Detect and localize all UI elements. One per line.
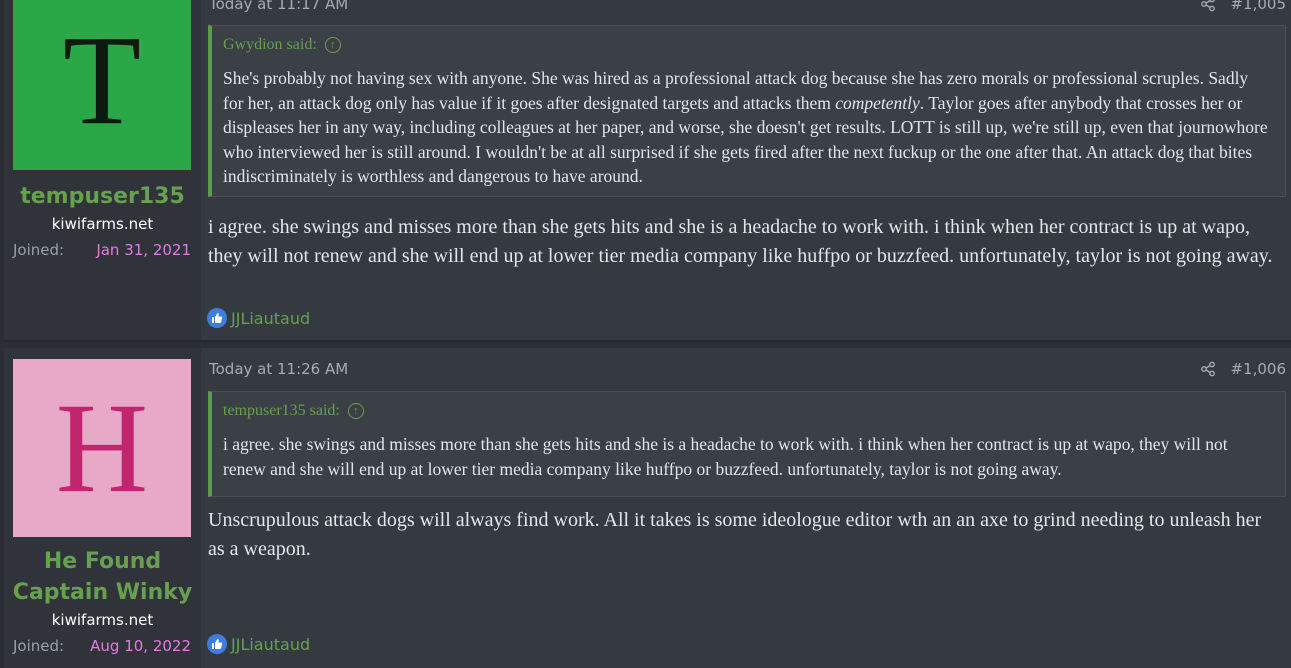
quote-block: tempuser135 said: ↑ i agree. she swings … [208,391,1286,497]
avatar[interactable]: T [13,0,191,170]
joined-row: Joined: Jan 31, 2021 [13,241,191,259]
quote-text: She's probably not having sex with anyon… [223,68,1268,187]
quote-header[interactable]: tempuser135 said: ↑ [212,392,1285,422]
post-1005: T tempuser135 kiwifarms.net Joined: Jan … [4,0,1291,342]
like-icon[interactable] [207,308,227,328]
post-number[interactable]: #1,006 [1230,360,1286,378]
share-icon[interactable] [1200,0,1216,12]
arrow-up-circle-icon[interactable]: ↑ [347,403,364,419]
post-main: Today at 11:26 AM #1,006 tempuser135 sai… [201,348,1291,668]
username[interactable]: He Found Captain Winky [4,546,201,608]
joined-date: Aug 10, 2022 [90,637,191,655]
joined-label: Joined: [13,241,65,259]
user-info: H He Found Captain Winky kiwifarms.net J… [4,348,201,668]
reactions-bar[interactable]: JJLiautaud [207,634,310,654]
quote-block: Gwydion said: ↑ She's probably not havin… [208,25,1286,197]
user-title: kiwifarms.net [51,215,154,233]
avatar[interactable]: H [13,359,191,537]
quote-text: i agree. she swings and misses more than… [223,434,1228,479]
post-actions: #1,006 [1200,360,1286,378]
post-number[interactable]: #1,005 [1230,0,1286,13]
user-title: kiwifarms.net [51,611,154,629]
post-message: i agree. she swings and misses more than… [208,216,1273,267]
quote-header[interactable]: Gwydion said: ↑ [212,26,1285,56]
quote-author[interactable]: tempuser135 said: [223,402,340,420]
post-timestamp[interactable]: Today at 11:26 AM [209,360,348,378]
username[interactable]: tempuser135 [4,181,201,212]
post-actions: #1,005 [1200,0,1286,13]
post-1006: H He Found Captain Winky kiwifarms.net J… [4,348,1291,668]
reaction-user[interactable]: JJLiautaud [231,309,310,328]
post-timestamp[interactable]: Today at 11:17 AM [209,0,348,13]
quote-author[interactable]: Gwydion said: [223,36,317,54]
post-message: Unscrupulous attack dogs will always fin… [208,509,1262,560]
reactions-bar[interactable]: JJLiautaud [207,308,310,328]
post-main: Today at 11:17 AM #1,005 Gwydion said: ↑… [201,0,1291,340]
arrow-up-circle-icon[interactable]: ↑ [324,37,341,53]
joined-row: Joined: Aug 10, 2022 [13,637,191,655]
joined-date: Jan 31, 2021 [96,241,191,259]
user-info: T tempuser135 kiwifarms.net Joined: Jan … [4,0,201,340]
joined-label: Joined: [13,637,65,655]
share-icon[interactable] [1200,361,1216,377]
reaction-user[interactable]: JJLiautaud [231,635,310,654]
like-icon[interactable] [207,634,227,654]
